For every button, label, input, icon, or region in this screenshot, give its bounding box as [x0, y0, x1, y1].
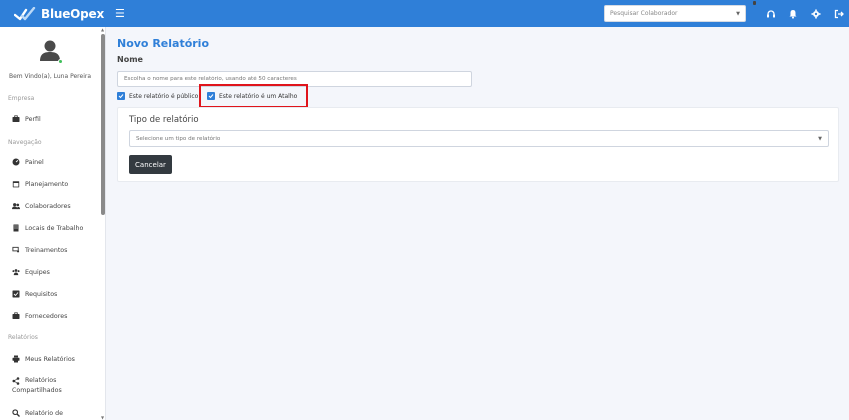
users-icon: [12, 202, 20, 210]
sidebar-item-locais[interactable]: Locais de Trabalho: [12, 224, 83, 232]
sidebar-item-equipes[interactable]: Equipes: [12, 268, 50, 276]
sidebar-item-label: Perfil: [25, 115, 41, 123]
section-relatorios: Relatórios: [8, 334, 38, 341]
brand-logo[interactable]: BlueOpex: [0, 6, 105, 21]
welcome-text: Bem Vindo(a), Luna Pereira: [8, 73, 91, 80]
employee-search-placeholder: Pesquisar Colaborador: [610, 10, 678, 17]
gear-icon[interactable]: [810, 8, 821, 19]
sidebar-item-label: Requisitos: [25, 290, 58, 298]
sidebar-item-treinamentos[interactable]: Treinamentos: [12, 246, 67, 254]
sidebar-item-label: Painel: [25, 158, 44, 166]
public-report-checkbox[interactable]: Este relatório é público: [117, 92, 198, 100]
sidebar-item-colaboradores[interactable]: Colaboradores: [12, 202, 71, 210]
page-title: Novo Relatório: [117, 37, 210, 50]
menu-icon[interactable]: ☰: [115, 7, 125, 20]
sidebar-item-label: Meus Relatórios: [25, 355, 75, 363]
brand-name: BlueOpex: [41, 6, 105, 21]
scrollbar-thumb[interactable]: [101, 34, 105, 215]
sidebar-item-painel[interactable]: Painel: [12, 158, 44, 166]
sidebar-item-label: Planejamento: [25, 180, 69, 188]
printer-icon: [12, 355, 20, 363]
online-status-dot: [58, 59, 63, 64]
name-field-label: Nome: [117, 55, 143, 64]
cancel-button[interactable]: Cancelar: [129, 155, 172, 174]
checklist-icon: [12, 290, 20, 298]
section-navegacao: Navegação: [8, 139, 42, 146]
sidebar-item-planejamento[interactable]: Planejamento: [12, 180, 68, 188]
logout-icon[interactable]: [833, 8, 844, 19]
sidebar-item-fornecedores[interactable]: Fornecedores: [12, 312, 67, 320]
calendar-icon: [12, 180, 20, 188]
report-type-select[interactable]: Selecione um tipo de relatório ▼: [129, 130, 829, 147]
sidebar-item-label: Treinamentos: [25, 246, 68, 254]
section-empresa: Empresa: [8, 95, 35, 102]
highlight-box: [199, 84, 308, 108]
checkbox-checked-icon: [117, 92, 125, 100]
search-icon: [12, 409, 20, 417]
briefcase-icon: [12, 312, 20, 320]
sidebar-item-label: Relatórios: [25, 376, 56, 385]
headset-icon[interactable]: [765, 8, 776, 19]
sidebar-item-label-line2: Compartilhados: [12, 387, 62, 394]
dashboard-icon: [12, 158, 20, 166]
report-type-title: Tipo de relatório: [129, 115, 199, 125]
chevron-down-icon: ▼: [736, 10, 740, 17]
sidebar-scrollbar[interactable]: ▲ ▼: [101, 27, 105, 420]
building-icon: [12, 224, 20, 232]
sidebar-item-label: Fornecedores: [25, 312, 68, 320]
share-icon: [12, 377, 20, 385]
briefcase-icon: [12, 115, 20, 123]
sidebar-item-label-line2-wrap: Compartilhados: [12, 387, 62, 394]
report-type-placeholder: Selecione um tipo de relatório: [136, 135, 221, 142]
sidebar-item-label: Relatório de: [25, 409, 63, 417]
team-icon: [12, 268, 20, 276]
sidebar-item-requisitos[interactable]: Requisitos: [12, 290, 57, 298]
indicator-dot: [753, 1, 756, 5]
sidebar-item-label: Colaboradores: [25, 202, 71, 210]
sidebar-item-label-line1: Relatórios: [25, 377, 57, 384]
employee-search-select[interactable]: Pesquisar Colaborador ▼: [604, 5, 746, 22]
top-bar: BlueOpex ☰ Pesquisar Colaborador ▼: [0, 0, 849, 27]
sidebar-item-relatorio-de[interactable]: Relatório de: [12, 409, 63, 417]
scroll-down-icon[interactable]: ▼: [101, 415, 104, 420]
bell-icon[interactable]: [787, 8, 798, 19]
sidebar-item-label: Equipes: [25, 268, 50, 276]
scroll-up-icon[interactable]: ▲: [101, 27, 104, 32]
sidebar-item-relatorios-compartilhados[interactable]: Relatórios: [12, 376, 56, 385]
sidebar-item-perfil[interactable]: Perfil: [12, 115, 41, 123]
sidebar-item-meus-relatorios[interactable]: Meus Relatórios: [12, 355, 75, 363]
chevron-down-icon: ▼: [818, 135, 822, 142]
presentation-icon: [12, 246, 20, 254]
logo-check-icon: [14, 6, 36, 21]
public-report-label: Este relatório é público: [129, 92, 199, 100]
sidebar: Bem Vindo(a), Luna Pereira Empresa Perfi…: [0, 27, 106, 420]
sidebar-item-label: Locais de Trabalho: [25, 224, 84, 232]
